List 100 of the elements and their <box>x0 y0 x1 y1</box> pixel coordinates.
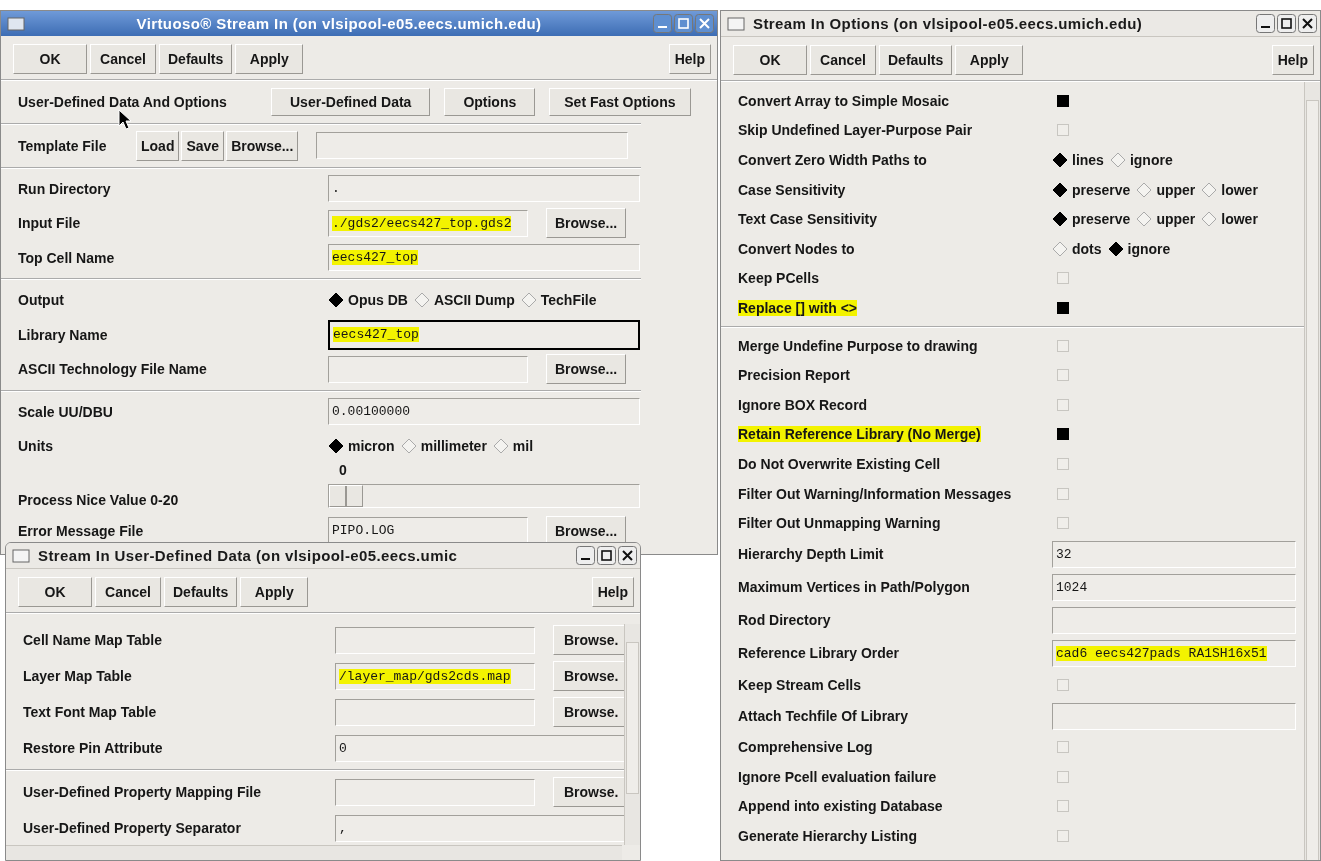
field-label: Rod Directory <box>738 612 832 629</box>
radio-option[interactable]: dots <box>1052 240 1102 257</box>
input-field[interactable]: /layer_map/gds2cds.map <box>335 662 535 690</box>
dialog-button[interactable]: OK <box>18 577 92 607</box>
input-field[interactable]: 0.00100000 <box>328 398 640 426</box>
radio-option[interactable]: lower <box>1201 181 1258 198</box>
section-label: User-Defined Data And Options <box>18 94 228 111</box>
browse-button[interactable]: Browse... <box>546 208 627 239</box>
dialog-button[interactable]: Defaults <box>879 45 953 75</box>
field-label: Attach Techfile Of Library <box>738 708 910 724</box>
radio-diamond-icon[interactable] <box>1052 240 1068 257</box>
vertical-scrollbar[interactable] <box>1304 82 1320 860</box>
radio-option[interactable]: upper <box>1136 181 1196 198</box>
input-field[interactable]: . <box>328 175 640 203</box>
slider-thumb[interactable] <box>329 484 363 507</box>
radio-option[interactable]: upper <box>1136 211 1196 228</box>
radio-option[interactable]: TechFile <box>520 292 597 309</box>
window-menu-icon[interactable] <box>7 16 25 31</box>
radio-diamond-icon[interactable] <box>1052 181 1068 198</box>
radio-diamond-icon[interactable] <box>413 292 430 309</box>
vertical-scrollbar[interactable] <box>624 624 640 845</box>
input-field[interactable] <box>335 626 535 654</box>
dialog-button[interactable]: Defaults <box>164 577 238 607</box>
input-field[interactable]: , <box>335 814 624 842</box>
radio-option[interactable]: millimeter <box>400 438 487 455</box>
radio-option[interactable]: lines <box>1052 152 1104 168</box>
radio-diamond-icon[interactable] <box>1109 152 1126 168</box>
option-label: Generate Hierarchy Listing <box>738 828 917 845</box>
input-field[interactable] <box>316 132 629 159</box>
radio-diamond-icon[interactable] <box>1052 152 1068 168</box>
option-label: Append into existing Database <box>738 798 943 815</box>
input-field[interactable]: ./gds2/eecs427_top.gds2 <box>328 209 528 237</box>
radio-diamond-icon[interactable] <box>1201 181 1218 198</box>
radio-diamond-icon[interactable] <box>1201 211 1218 228</box>
field-label: User-Defined Property Separator <box>23 820 242 836</box>
input-field[interactable] <box>1052 702 1296 730</box>
horizontal-scrollbar[interactable] <box>6 845 622 860</box>
radio-diamond-icon[interactable] <box>1136 181 1153 198</box>
field-value: eecs427_top <box>333 327 419 343</box>
dialog-button[interactable]: Cancel <box>90 44 156 74</box>
dialog-button[interactable]: Cancel <box>810 45 876 75</box>
window-title: Virtuoso® Stream In (on vlsipool-e05.eecs.umich.edu) <box>135 15 543 32</box>
help-button[interactable]: Help <box>591 577 634 607</box>
input-field[interactable]: 1024 <box>1052 573 1296 601</box>
radio-diamond-icon[interactable] <box>328 292 344 309</box>
help-button[interactable]: Help <box>1271 45 1314 75</box>
radio-option[interactable]: micron <box>328 438 395 455</box>
checkbox[interactable] <box>1057 94 1069 107</box>
checkbox[interactable] <box>1057 301 1069 314</box>
template-button[interactable]: Browse... <box>226 130 299 161</box>
input-field[interactable]: 32 <box>1052 540 1296 568</box>
field-label: User-Defined Property Mapping File <box>23 784 263 800</box>
field-label: Reference Library Order <box>738 645 901 662</box>
browse-button[interactable]: Browse. <box>553 661 624 691</box>
radio-option[interactable]: ignore <box>1109 152 1173 168</box>
section-button[interactable]: User-Defined Data <box>271 88 431 117</box>
radio-option[interactable]: lower <box>1201 211 1258 228</box>
radio-diamond-icon[interactable] <box>328 438 344 455</box>
template-button[interactable]: Save <box>181 130 225 161</box>
radio-option[interactable]: Opus DB <box>328 292 408 309</box>
radio-option[interactable]: ignore <box>1107 240 1171 257</box>
radio-diamond-icon[interactable] <box>1136 211 1153 228</box>
field-label: Hierarchy Depth Limit <box>738 546 885 563</box>
input-field[interactable] <box>335 698 535 726</box>
input-field[interactable]: cad6 eecs427pads RA1SH16x51 <box>1052 639 1296 667</box>
input-field[interactable]: 0 <box>335 734 624 762</box>
dialog-button[interactable]: OK <box>733 45 807 75</box>
field-label: Scale UU/DBU <box>18 403 114 420</box>
radio-diamond-icon[interactable] <box>492 438 509 455</box>
template-button[interactable]: Load <box>136 130 180 161</box>
browse-button[interactable]: Browse... <box>546 354 627 385</box>
browse-button[interactable]: Browse. <box>553 697 624 727</box>
input-field[interactable]: eecs427_top <box>328 244 640 272</box>
help-button[interactable]: Help <box>668 44 711 74</box>
input-field[interactable]: eecs427_top <box>328 319 640 350</box>
input-field[interactable] <box>1052 606 1296 634</box>
input-field[interactable] <box>335 778 535 806</box>
radio-option[interactable]: ASCII Dump <box>413 292 515 309</box>
radio-diamond-icon[interactable] <box>1052 211 1068 228</box>
input-field[interactable] <box>328 355 528 383</box>
field-label: Convert Zero Width Paths to <box>738 152 928 168</box>
radio-option[interactable]: preserve <box>1052 211 1131 228</box>
radio-diamond-icon[interactable] <box>1107 240 1124 257</box>
dialog-button[interactable]: OK <box>13 44 87 74</box>
radio-option[interactable]: mil <box>492 438 534 455</box>
radio-option[interactable]: preserve <box>1052 181 1131 198</box>
dialog-button[interactable]: Apply <box>235 44 304 74</box>
dialog-button[interactable]: Defaults <box>159 44 233 74</box>
dialog-button[interactable]: Apply <box>240 577 309 607</box>
browse-button[interactable]: Browse. <box>553 777 624 807</box>
dialog-button[interactable]: Cancel <box>95 577 161 607</box>
checkbox[interactable] <box>1057 428 1069 441</box>
radio-diamond-icon[interactable] <box>520 292 537 309</box>
field-label: Library Name <box>18 326 109 343</box>
section-button[interactable]: Set Fast Options <box>549 88 691 117</box>
input-field[interactable]: PIPO.LOG <box>328 517 528 545</box>
radio-diamond-icon[interactable] <box>400 438 417 455</box>
browse-button[interactable]: Browse. <box>553 625 624 655</box>
dialog-button[interactable]: Apply <box>955 45 1024 75</box>
section-button[interactable]: Options <box>444 88 536 117</box>
